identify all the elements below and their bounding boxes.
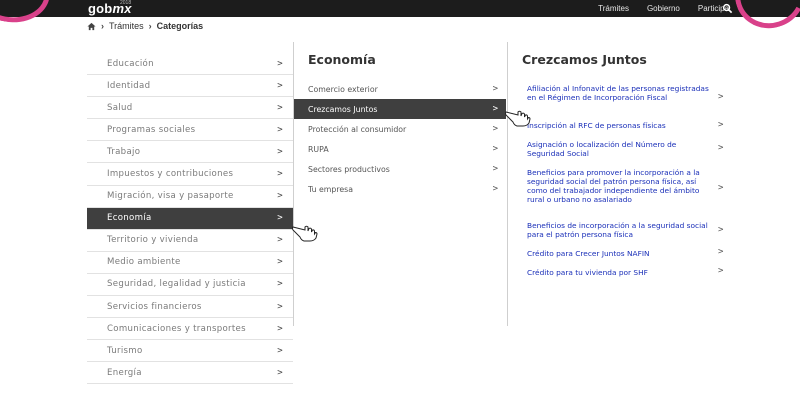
column-divider <box>507 42 508 326</box>
chevron-right-icon: > <box>277 367 283 378</box>
category-item[interactable]: Identidad > <box>87 75 293 98</box>
category-label: Salud <box>107 102 133 113</box>
chevron-right-icon: > <box>718 225 724 235</box>
category-item[interactable]: Seguridad, legalidad y justicia > <box>87 274 293 297</box>
category-item[interactable]: Migración, visa y pasaporte > <box>87 186 293 208</box>
subcategory-item-selected[interactable]: Crezcamos Juntos > <box>294 99 506 119</box>
category-item[interactable]: Educación > <box>87 53 293 76</box>
hand-cursor-icon <box>505 110 531 127</box>
category-item[interactable]: Impuestos y contribuciones > <box>87 163 293 186</box>
category-label: Medio ambiente <box>107 257 181 268</box>
subcategory-label: RUPA <box>308 144 329 154</box>
chevron-right-icon: > <box>277 323 283 334</box>
chevron-right-icon: > <box>492 84 498 94</box>
chevron-right-icon: > <box>492 184 498 194</box>
top-nav-links: Trámites Gobierno Participa <box>589 0 738 17</box>
category-item[interactable]: Medio ambiente > <box>87 252 293 274</box>
chevron-right-icon: > <box>277 80 283 91</box>
breadcrumb-tramites[interactable]: Trámites <box>109 21 144 31</box>
category-item[interactable]: Salud > <box>87 97 293 120</box>
chevron-right-icon: > <box>718 266 724 276</box>
chevron-right-icon: > <box>277 235 283 246</box>
chevron-right-icon: > <box>277 124 283 135</box>
subcategory-label: Protección al consumidor <box>308 124 407 134</box>
chevron-right-icon: > <box>492 164 498 174</box>
nav-gobierno[interactable]: Gobierno <box>638 0 689 17</box>
category-item[interactable]: Turismo > <box>87 340 293 363</box>
subcategory-item[interactable]: RUPA > <box>294 139 506 159</box>
category-label: Programas sociales <box>107 124 196 135</box>
category-label: Turismo <box>107 345 143 356</box>
procedure-link[interactable]: Beneficios para promover la incorporació… <box>527 168 712 204</box>
breadcrumb-separator: › <box>101 21 104 31</box>
category-item[interactable]: Comunicaciones y transportes > <box>87 318 293 341</box>
category-label: Impuestos y contribuciones <box>107 169 234 180</box>
subcategory-item[interactable]: Tu empresa > <box>294 179 506 199</box>
subcategory-label: Crezcamos Juntos <box>308 104 378 114</box>
chevron-right-icon: > <box>492 104 498 114</box>
chevron-right-icon: > <box>492 124 498 134</box>
category-label: Servicios financieros <box>107 301 202 312</box>
category-item[interactable]: Servicios financieros > <box>87 296 293 319</box>
subcategory-list: Comercio exterior > Crezcamos Juntos > Pro… <box>294 79 506 199</box>
chevron-right-icon: > <box>277 345 283 356</box>
procedure-link[interactable]: Beneficios de incorporación a la segurid… <box>527 221 712 239</box>
chevron-right-icon: > <box>277 58 283 69</box>
category-item[interactable]: Energía > <box>87 362 293 385</box>
logo-year: 2018 <box>120 0 132 6</box>
category-label: Identidad <box>107 80 151 91</box>
subcategory-label: Comercio exterior <box>308 84 378 94</box>
subcategory-label: Tu empresa <box>308 184 354 194</box>
logo-text: gob <box>88 1 113 16</box>
breadcrumb: › Trámites › Categorías <box>87 20 203 32</box>
chevron-right-icon: > <box>277 257 283 268</box>
procedures-title: Crezcamos Juntos <box>522 52 647 67</box>
chevron-right-icon: > <box>718 183 724 193</box>
chevron-right-icon: > <box>277 213 283 224</box>
chevron-right-icon: > <box>277 169 283 180</box>
procedure-link[interactable]: Asignación o localización del Número de … <box>527 140 712 158</box>
category-label: Migración, visa y pasaporte <box>107 191 234 202</box>
chevron-right-icon: > <box>277 102 283 113</box>
search-icon[interactable] <box>722 3 733 14</box>
chevron-right-icon: > <box>277 279 283 290</box>
procedure-link[interactable]: Afiliación al Infonavit de las personas … <box>527 84 712 102</box>
procedure-link[interactable]: Crédito para tu vivienda por SHF <box>527 268 712 277</box>
category-label: Energía <box>107 367 142 378</box>
procedure-link[interactable]: Inscripción al RFC de personas físicas <box>527 121 712 130</box>
chevron-right-icon: > <box>718 120 724 130</box>
category-label: Trabajo <box>107 146 141 157</box>
chevron-right-icon: > <box>492 144 498 154</box>
subcategory-item[interactable]: Comercio exterior > <box>294 79 506 99</box>
category-item[interactable]: Trabajo > <box>87 141 293 164</box>
category-label: Territorio y vivienda <box>107 235 199 246</box>
chevron-right-icon: > <box>718 143 724 153</box>
breadcrumb-separator: › <box>148 21 152 31</box>
subcategory-title: Economía <box>308 52 376 67</box>
category-label: Seguridad, legalidad y justicia <box>107 279 246 290</box>
home-icon[interactable] <box>87 22 96 31</box>
category-item-selected[interactable]: Economía > <box>87 207 293 230</box>
breadcrumb-current: Categorías <box>156 21 204 31</box>
chevron-right-icon: > <box>718 92 724 102</box>
chevron-right-icon: > <box>277 146 283 157</box>
subcategory-item[interactable]: Sectores productivos > <box>294 159 506 179</box>
category-label: Comunicaciones y transportes <box>107 323 246 334</box>
category-label: Educación <box>107 58 154 69</box>
subcategory-item[interactable]: Protección al consumidor > <box>294 119 506 139</box>
procedure-link[interactable]: Crédito para Crecer Juntos NAFIN <box>527 249 712 258</box>
nav-tramites[interactable]: Trámites <box>589 0 638 17</box>
category-list: Educación > Identidad > Salud > Programas s… <box>87 53 293 385</box>
subcategory-label: Sectores productivos <box>308 164 390 174</box>
chevron-right-icon: > <box>718 247 724 257</box>
category-label: Economía <box>107 213 152 224</box>
category-item[interactable]: Territorio y vivienda > <box>87 230 293 252</box>
chevron-right-icon: > <box>277 191 283 202</box>
chevron-right-icon: > <box>277 301 283 312</box>
hand-cursor-icon <box>292 225 318 242</box>
category-item[interactable]: Programas sociales > <box>87 119 293 142</box>
